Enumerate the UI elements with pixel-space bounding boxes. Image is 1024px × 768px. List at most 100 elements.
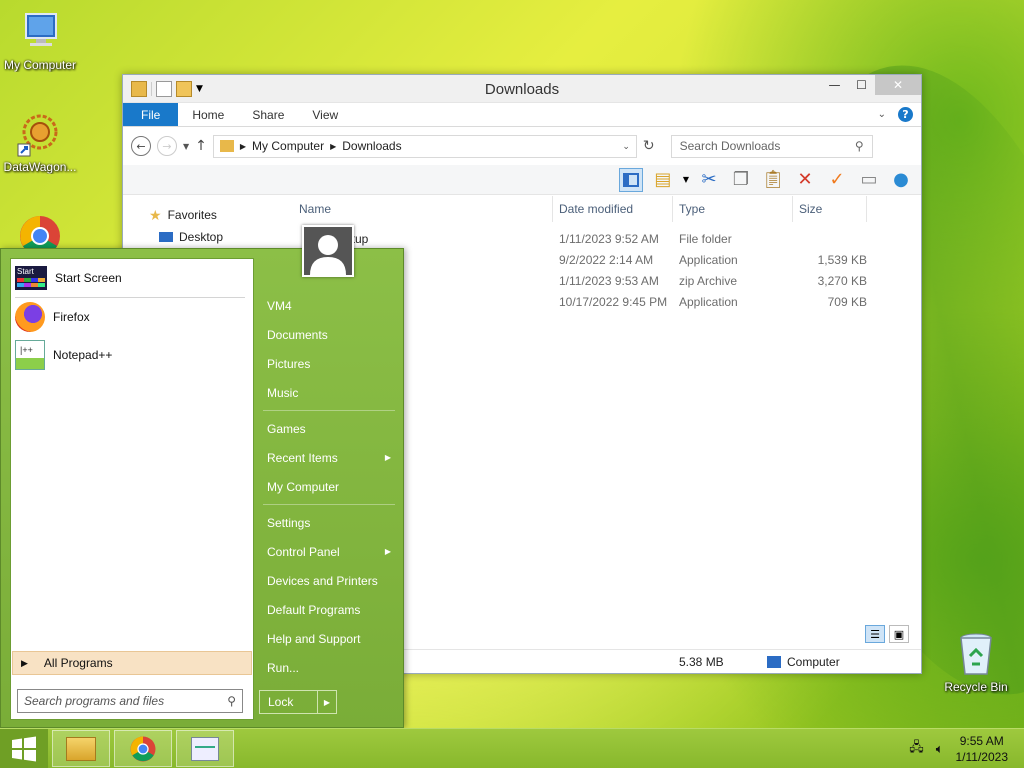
start-menu-right-pane: VM4 Documents Pictures Music Games Recen…: [259, 259, 401, 682]
start-link-pictures[interactable]: Pictures: [259, 349, 401, 378]
title-bar[interactable]: ▼ Downloads — ☐ ✕: [123, 75, 921, 103]
status-size: 5.38 MB: [679, 654, 724, 669]
computer-icon: [767, 655, 781, 668]
all-programs-label: All Programs: [43, 656, 113, 670]
pinned-item-label: Notepad++: [53, 348, 113, 362]
recent-locations-icon[interactable]: ▼: [183, 142, 189, 151]
pinned-item-firefox[interactable]: Firefox: [11, 298, 253, 336]
refresh-icon[interactable]: ↻: [643, 138, 655, 154]
start-link-vm4[interactable]: VM4: [259, 291, 401, 320]
user-icon: [310, 235, 346, 275]
desktop-icon-label: Recycle Bin: [944, 680, 1008, 694]
column-header-type[interactable]: Type: [673, 196, 793, 222]
taskbar-chrome[interactable]: [114, 730, 172, 767]
checkmark-icon[interactable]: ✓: [825, 168, 849, 192]
resource-monitor-icon: [191, 736, 219, 761]
tab-home[interactable]: Home: [178, 103, 238, 126]
desktop-icon-label: DataWagon...: [3, 160, 77, 174]
nav-item-favorites[interactable]: ★ Favorites: [149, 204, 293, 226]
address-input[interactable]: ▶ My Computer ▶ Downloads ⌄: [212, 134, 637, 158]
desktop-icon-my-computer[interactable]: My Computer: [0, 8, 80, 72]
start-link-music[interactable]: Music: [259, 378, 401, 407]
cut-icon[interactable]: ✂: [697, 168, 721, 192]
pinned-item-start-screen[interactable]: Start Start Screen: [11, 259, 253, 297]
desktop-icon-datawagon[interactable]: DataWagon...: [0, 110, 80, 174]
chevron-down-icon[interactable]: ▼: [683, 175, 689, 184]
start-link-control-panel[interactable]: Control Panel ▶: [259, 537, 401, 566]
chrome-icon: [130, 736, 156, 761]
divider: [263, 504, 395, 505]
clock[interactable]: 9:55 AM 1/11/2023: [956, 733, 1009, 765]
start-link-settings[interactable]: Settings: [259, 508, 401, 537]
start-link-documents[interactable]: Documents: [259, 320, 401, 349]
datawagon-icon: [16, 110, 64, 158]
details-view-icon[interactable]: ☰: [865, 625, 885, 643]
taskbar-explorer[interactable]: [52, 730, 110, 767]
start-search-input[interactable]: Search programs and files ⚲: [17, 689, 243, 713]
desktop-icon-label: My Computer: [3, 58, 77, 72]
breadcrumb-my-computer[interactable]: My Computer: [252, 139, 324, 153]
pinned-programs: Start Start Screen Firefox |++ Notepad++: [11, 259, 253, 374]
start-button[interactable]: [0, 729, 48, 768]
start-link-run[interactable]: Run...: [259, 653, 401, 682]
search-placeholder: Search Downloads: [679, 139, 781, 153]
close-button[interactable]: ✕: [875, 75, 921, 95]
up-icon[interactable]: ↑: [195, 138, 207, 154]
all-programs-button[interactable]: ▶ All Programs: [12, 651, 252, 675]
address-dropdown-icon[interactable]: ⌄: [622, 141, 630, 152]
column-header-name[interactable]: Name: [293, 196, 553, 222]
ribbon-right: ⌄ ?: [878, 107, 913, 122]
large-icons-view-icon[interactable]: ▣: [889, 625, 909, 643]
minimize-button[interactable]: —: [821, 75, 848, 95]
help-icon[interactable]: ?: [898, 107, 913, 122]
start-link-my-computer[interactable]: My Computer: [259, 472, 401, 501]
forward-button[interactable]: →: [157, 136, 177, 156]
tab-share[interactable]: Share: [238, 103, 298, 126]
column-header-date[interactable]: Date modified: [553, 196, 673, 222]
start-search-placeholder: Search programs and files: [24, 694, 165, 708]
paste-icon[interactable]: 📋︎: [761, 168, 785, 192]
pinned-item-notepadpp[interactable]: |++ Notepad++: [11, 336, 253, 374]
copy-icon[interactable]: ❐: [729, 168, 753, 192]
back-button[interactable]: ←: [131, 136, 151, 156]
folder-options-icon[interactable]: ▤: [651, 168, 675, 192]
maximize-button[interactable]: ☐: [848, 75, 875, 95]
search-icon: ⚲: [227, 694, 236, 708]
tab-file[interactable]: File: [123, 103, 179, 126]
taskbar-resource-monitor[interactable]: [176, 730, 234, 767]
folder-icon: [219, 140, 234, 152]
file-size: 3,270 KB: [817, 273, 867, 288]
rename-icon[interactable]: ▭: [857, 168, 881, 192]
network-icon[interactable]: 🖧︎: [909, 738, 924, 760]
nav-item-desktop[interactable]: Desktop: [149, 226, 293, 248]
breadcrumb-downloads[interactable]: Downloads: [342, 139, 401, 153]
expand-ribbon-icon[interactable]: ⌄: [878, 109, 886, 120]
search-input[interactable]: Search Downloads ⚲: [670, 134, 873, 158]
submenu-arrow-icon: ▶: [384, 453, 391, 462]
start-link-games[interactable]: Games: [259, 414, 401, 443]
lock-label: Lock: [260, 691, 318, 713]
table-row[interactable]: etup 1/11/2023 9:52 AM File folder: [293, 228, 921, 249]
shell-icon[interactable]: ●: [889, 168, 913, 192]
clock-time: 9:55 AM: [959, 734, 1004, 748]
desktop-icon-recycle-bin[interactable]: Recycle Bin: [936, 630, 1016, 694]
preview-pane-icon[interactable]: [618, 167, 643, 192]
volume-icon[interactable]: 🔈︎: [936, 741, 944, 757]
start-link-devices[interactable]: Devices and Printers: [259, 566, 401, 595]
delete-icon[interactable]: ✕: [793, 168, 817, 192]
start-link-label: Recent Items: [267, 450, 338, 465]
desktop-icon: [159, 232, 173, 242]
start-link-recent-items[interactable]: Recent Items ▶: [259, 443, 401, 472]
user-avatar[interactable]: [302, 225, 354, 277]
file-type: zip Archive: [679, 273, 738, 288]
file-explorer-icon: [66, 736, 96, 761]
file-date: 10/17/2022 9:45 PM: [559, 294, 668, 309]
start-link-default-programs[interactable]: Default Programs: [259, 595, 401, 624]
clock-date: 1/11/2023: [955, 750, 1009, 764]
lock-options-arrow-icon[interactable]: ▶: [318, 691, 336, 713]
start-menu-left-pane: Start Start Screen Firefox |++ Notepad++…: [10, 258, 254, 720]
column-header-size[interactable]: Size: [793, 196, 867, 222]
start-link-help[interactable]: Help and Support: [259, 624, 401, 653]
tab-view[interactable]: View: [298, 103, 352, 126]
lock-button[interactable]: Lock ▶: [259, 690, 337, 714]
